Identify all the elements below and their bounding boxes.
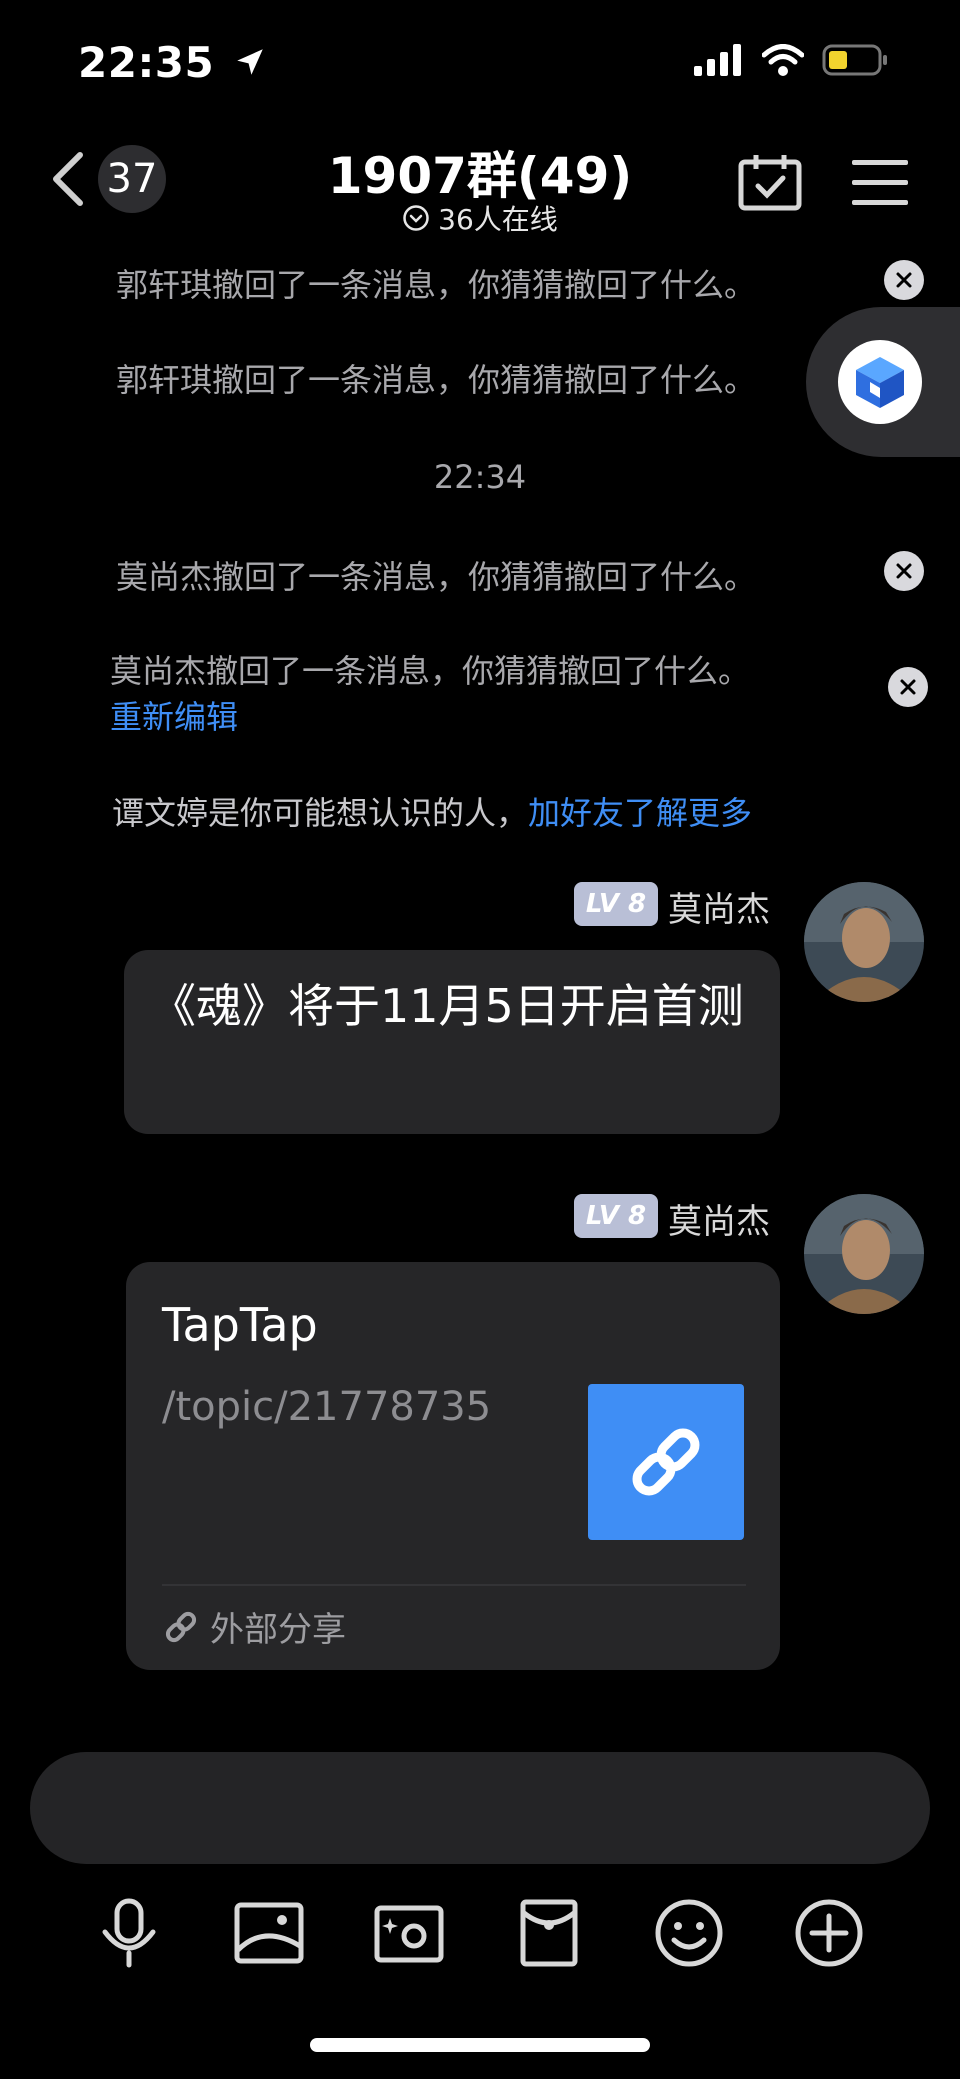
message-bubble[interactable]: 《魂》将于11月5日开启首测 bbox=[124, 950, 780, 1134]
dismiss-notice-button[interactable] bbox=[884, 551, 924, 591]
status-time: 22:35 bbox=[78, 38, 267, 87]
floating-app-button[interactable] bbox=[838, 340, 922, 424]
input-toolbar bbox=[0, 1888, 960, 1988]
signal-icon bbox=[694, 44, 741, 76]
link-card[interactable]: TapTap /topic/21778735 外部分享 bbox=[126, 1262, 780, 1670]
calendar-check-icon bbox=[738, 155, 802, 211]
friend-suggestion: 谭文婷是你可能想认识的人，加好友了解更多 bbox=[112, 788, 752, 834]
wifi-icon bbox=[762, 44, 804, 76]
avatar[interactable] bbox=[804, 882, 924, 1002]
camera-icon bbox=[374, 1905, 444, 1963]
card-footer: 外部分享 bbox=[162, 1602, 346, 1651]
level-badge: LV 8 bbox=[574, 1194, 658, 1238]
close-icon bbox=[896, 272, 912, 288]
menu-button[interactable] bbox=[852, 158, 908, 210]
recall-notice: 郭轩琪撤回了一条消息，你猜猜撤回了什么。 bbox=[116, 361, 757, 399]
calendar-button[interactable] bbox=[738, 153, 802, 215]
card-title: TapTap bbox=[162, 1298, 318, 1352]
online-status: 36人在线 bbox=[0, 198, 960, 238]
status-indicators bbox=[694, 44, 888, 76]
red-packet-icon bbox=[520, 1899, 578, 1967]
message-text: 《魂》将于11月5日开启首测 bbox=[150, 979, 744, 1033]
link-icon bbox=[632, 1428, 700, 1496]
chevron-down-circle-icon bbox=[403, 205, 429, 231]
emoji-icon bbox=[655, 1899, 723, 1967]
link-thumbnail bbox=[588, 1384, 744, 1540]
suggestion-text: 谭文婷是你可能想认识的人， bbox=[112, 794, 529, 832]
plus-icon bbox=[795, 1899, 863, 1967]
dismiss-notice-button[interactable] bbox=[884, 260, 924, 300]
dismiss-notice-button[interactable] bbox=[888, 667, 928, 707]
location-arrow-icon bbox=[237, 49, 264, 75]
card-url: /topic/21778735 bbox=[162, 1384, 492, 1430]
close-icon bbox=[896, 563, 912, 579]
image-icon bbox=[234, 1902, 304, 1964]
voice-button[interactable] bbox=[84, 1888, 174, 1978]
recall-notice: 郭轩琪撤回了一条消息，你猜猜撤回了什么。 bbox=[116, 266, 757, 304]
sender-name[interactable]: 莫尚杰 bbox=[668, 882, 770, 931]
more-button[interactable] bbox=[784, 1888, 874, 1978]
avatar-image bbox=[804, 1194, 924, 1314]
message-input[interactable] bbox=[30, 1752, 930, 1864]
camera-button[interactable] bbox=[364, 1888, 454, 1978]
avatar[interactable] bbox=[804, 1194, 924, 1314]
message-timestamp: 22:34 bbox=[433, 458, 527, 496]
level-badge: LV 8 bbox=[574, 882, 658, 926]
hamburger-menu-icon bbox=[852, 160, 908, 205]
avatar-image bbox=[804, 882, 924, 1002]
recall-notice: 莫尚杰撤回了一条消息，你猜猜撤回了什么。 bbox=[110, 652, 751, 690]
emoji-button[interactable] bbox=[644, 1888, 734, 1978]
cube-app-icon bbox=[856, 357, 904, 408]
online-count: 36人在线 bbox=[438, 203, 558, 236]
add-friend-link[interactable]: 加好友了解更多 bbox=[528, 794, 752, 832]
home-indicator[interactable] bbox=[310, 2038, 650, 2052]
battery-icon bbox=[822, 44, 887, 76]
microphone-icon bbox=[102, 1898, 156, 1968]
recall-notice: 莫尚杰撤回了一条消息，你猜猜撤回了什么。 bbox=[116, 558, 757, 596]
image-button[interactable] bbox=[224, 1888, 314, 1978]
card-source: 外部分享 bbox=[210, 1610, 346, 1650]
close-icon bbox=[900, 679, 916, 695]
red-packet-button[interactable] bbox=[504, 1888, 594, 1978]
card-divider bbox=[162, 1584, 746, 1586]
re-edit-link[interactable]: 重新编辑 bbox=[110, 692, 238, 738]
sender-name[interactable]: 莫尚杰 bbox=[668, 1194, 770, 1243]
link-small-icon bbox=[165, 1611, 197, 1642]
